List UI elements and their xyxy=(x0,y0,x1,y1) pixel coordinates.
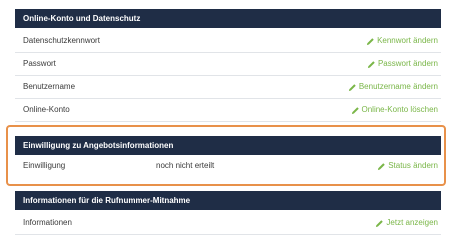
row-label: Datenschutzkennwort xyxy=(23,36,100,45)
highlight-frame xyxy=(6,125,446,186)
pencil-icon xyxy=(351,106,359,114)
pencil-icon xyxy=(348,83,356,91)
row-label: Informationen xyxy=(23,218,72,227)
pencil-icon xyxy=(366,37,374,45)
delete-online-account-link[interactable]: Online-Konto löschen xyxy=(351,99,438,121)
section-title: Informationen für die Rufnummer-Mitnahme xyxy=(23,196,191,205)
show-now-link[interactable]: Jetzt anzeigen xyxy=(375,212,438,234)
change-username-link[interactable]: Benutzername ändern xyxy=(348,76,438,98)
settings-page: Online-Konto und Datenschutz Datenschutz… xyxy=(0,0,449,235)
change-password-link[interactable]: Passwort ändern xyxy=(367,53,438,75)
row-online-konto: Online-Konto Online-Konto löschen xyxy=(15,99,441,122)
change-privacy-password-link[interactable]: Kennwort ändern xyxy=(366,30,438,52)
row-label: Benutzername xyxy=(23,82,76,91)
row-informationen: Informationen Jetzt anzeigen xyxy=(15,212,441,235)
row-datenschutzkennwort: Datenschutzkennwort Kennwort ändern xyxy=(15,30,441,53)
row-label: Passwort xyxy=(23,59,56,68)
row-benutzername: Benutzername Benutzername ändern xyxy=(15,76,441,99)
row-label: Online-Konto xyxy=(23,105,70,114)
pencil-icon xyxy=(376,219,384,227)
section-title: Online-Konto und Datenschutz xyxy=(23,14,141,23)
pencil-icon xyxy=(367,60,375,68)
row-passwort: Passwort Passwort ändern xyxy=(15,53,441,76)
section-header-online-konto: Online-Konto und Datenschutz xyxy=(15,9,441,28)
section-header-rufnummer-mitnahme: Informationen für die Rufnummer-Mitnahme xyxy=(15,191,441,210)
